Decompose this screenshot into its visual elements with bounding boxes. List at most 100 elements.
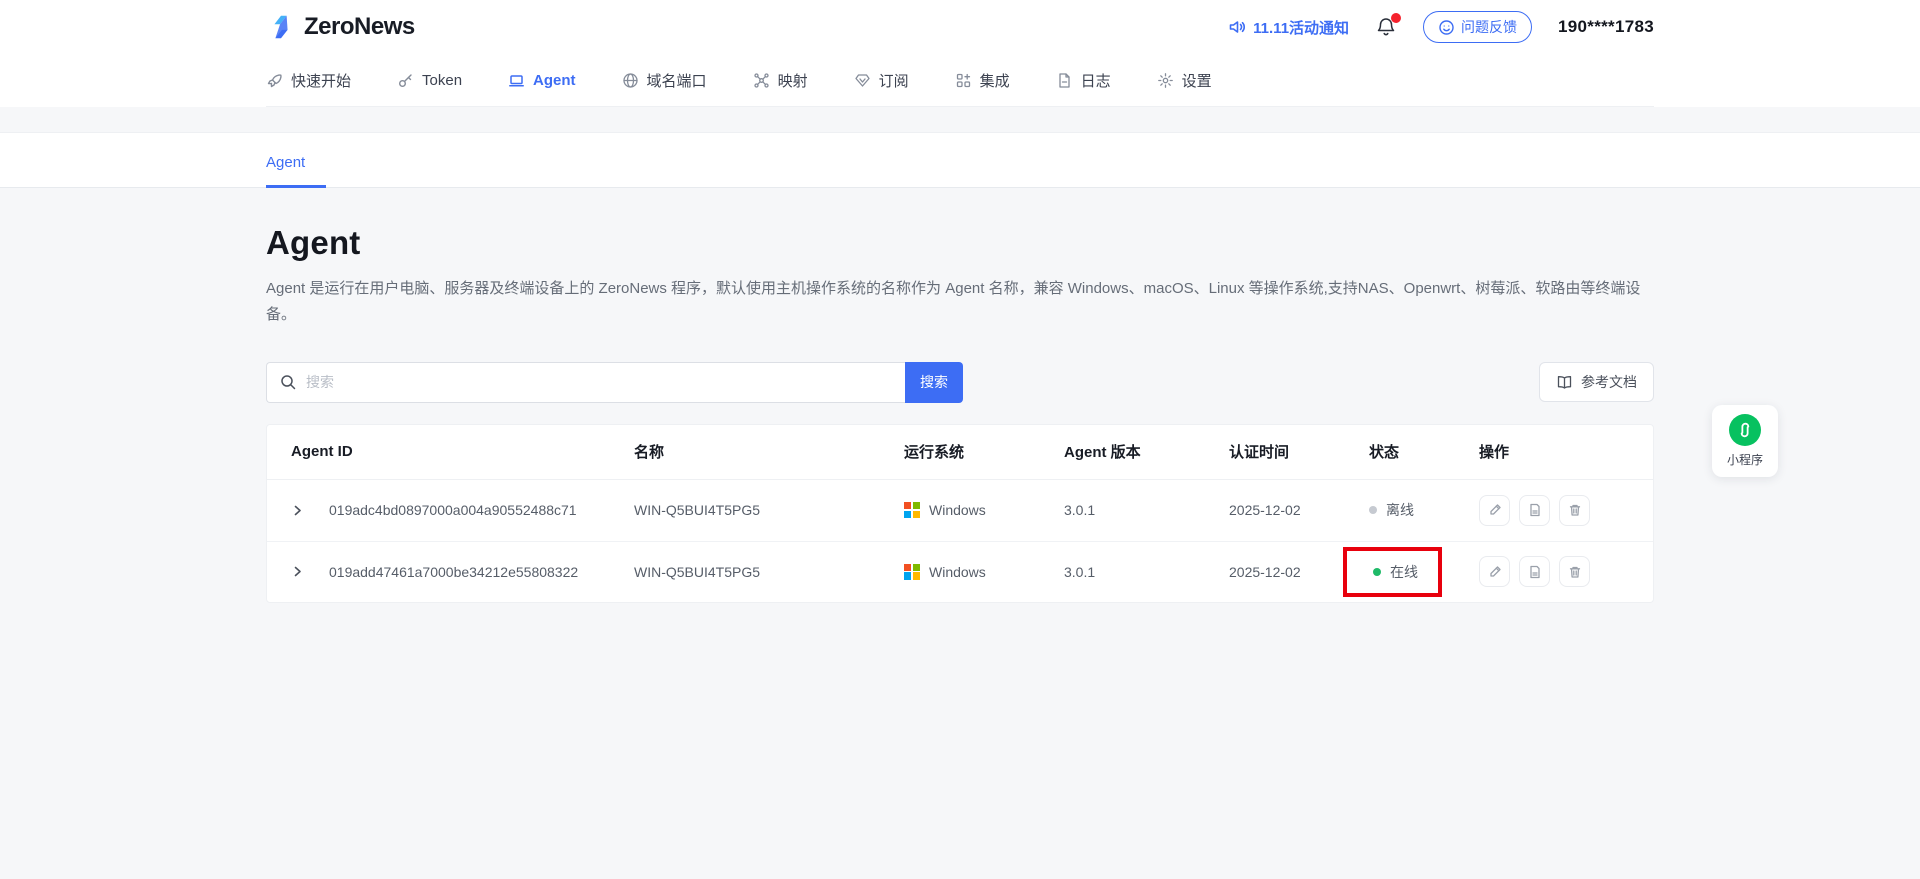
os-label: Windows	[929, 502, 986, 518]
agent-os: Windows	[904, 502, 1064, 518]
agent-os: Windows	[904, 564, 1064, 580]
nav-label: 设置	[1182, 70, 1212, 91]
col-auth-time: 认证时间	[1229, 441, 1369, 462]
page-description: Agent 是运行在用户电脑、服务器及终端设备上的 ZeroNews 程序，默认…	[266, 276, 1654, 329]
agent-version: 3.0.1	[1064, 502, 1229, 518]
account-phone[interactable]: 190****1783	[1558, 17, 1654, 37]
globe-icon	[622, 72, 639, 89]
edit-icon	[1488, 503, 1502, 517]
page-title: Agent	[266, 224, 1654, 262]
nav-label: 订阅	[879, 70, 909, 91]
bell-button[interactable]	[1375, 16, 1397, 38]
expand-chevron-right-icon[interactable]	[291, 565, 329, 578]
gear-icon	[1157, 72, 1174, 89]
search-icon	[279, 373, 297, 391]
nav-item-integration[interactable]: 集成	[955, 70, 1010, 91]
agent-version: 3.0.1	[1064, 564, 1229, 580]
miniprogram-widget[interactable]: 小程序	[1712, 405, 1778, 477]
book-icon	[1556, 374, 1573, 391]
header-gap	[0, 107, 1920, 132]
nav-item-subscribe[interactable]: 订阅	[854, 70, 909, 91]
feedback-button[interactable]: 问题反馈	[1423, 11, 1532, 43]
nav-label: 域名端口	[647, 70, 707, 91]
col-actions: 操作	[1479, 441, 1653, 462]
logo-text: ZeroNews	[304, 13, 415, 41]
key-icon	[397, 72, 414, 89]
row-actions	[1479, 556, 1653, 587]
miniprogram-icon	[1729, 414, 1761, 446]
nav-item-token[interactable]: Token	[397, 72, 462, 89]
details-button[interactable]	[1519, 556, 1550, 587]
nav-item-domain-port[interactable]: 域名端口	[622, 70, 707, 91]
agent-table: Agent ID 名称 运行系统 Agent 版本 认证时间 状态 操作 019…	[266, 424, 1654, 603]
search-button[interactable]: 搜索	[905, 362, 963, 403]
windows-icon	[904, 502, 920, 518]
delete-button[interactable]	[1559, 556, 1590, 587]
file-icon	[1056, 72, 1073, 89]
search-group: 搜索	[266, 362, 963, 403]
nav-item-agent[interactable]: Agent	[508, 72, 576, 89]
miniprogram-label: 小程序	[1727, 451, 1763, 468]
notification-text: 11.11活动通知	[1253, 17, 1349, 38]
table-row: 019adc4bd0897000a004a90552488c71 WIN-Q5B…	[267, 480, 1653, 541]
doc-icon	[1528, 503, 1542, 517]
nav-item-mapping[interactable]: 映射	[753, 70, 808, 91]
mapping-icon	[753, 72, 770, 89]
nav-label: Token	[422, 72, 462, 89]
expand-chevron-right-icon[interactable]	[291, 504, 329, 517]
page-content: Agent Agent 是运行在用户电脑、服务器及终端设备上的 ZeroNews…	[266, 224, 1654, 603]
status-dot	[1373, 568, 1381, 576]
delete-button[interactable]	[1559, 495, 1590, 526]
laptop-icon	[508, 72, 525, 89]
blocks-icon	[955, 72, 972, 89]
col-agent-id: Agent ID	[291, 443, 634, 460]
status-badge: 离线	[1343, 489, 1434, 531]
gem-icon	[854, 72, 871, 89]
table-row: 019add47461a7000be34212e55808322 WIN-Q5B…	[267, 541, 1653, 602]
top-header: ZeroNews 11.11活动通知	[0, 0, 1920, 107]
status-label: 在线	[1390, 562, 1418, 582]
subtab-bar: Agent	[0, 132, 1920, 188]
trash-icon	[1568, 503, 1582, 517]
col-name: 名称	[634, 441, 904, 462]
row-actions	[1479, 495, 1653, 526]
table-header-row: Agent ID 名称 运行系统 Agent 版本 认证时间 状态 操作	[267, 425, 1653, 480]
trash-icon	[1568, 565, 1582, 579]
nav-item-logs[interactable]: 日志	[1056, 70, 1111, 91]
agent-name: WIN-Q5BUI4T5PG5	[634, 564, 904, 580]
smiley-icon	[1438, 19, 1455, 36]
docs-label: 参考文档	[1581, 372, 1637, 392]
notification-dot	[1391, 13, 1401, 23]
col-status: 状态	[1369, 441, 1479, 462]
reference-docs-button[interactable]: 参考文档	[1539, 362, 1654, 402]
edit-icon	[1488, 565, 1502, 579]
nav-item-settings[interactable]: 设置	[1157, 70, 1212, 91]
agent-id: 019add47461a7000be34212e55808322	[329, 564, 634, 580]
windows-icon	[904, 564, 920, 580]
details-button[interactable]	[1519, 495, 1550, 526]
edit-button[interactable]	[1479, 556, 1510, 587]
nav-label: 集成	[980, 70, 1010, 91]
promo-notification-link[interactable]: 11.11活动通知	[1228, 17, 1349, 38]
speaker-icon	[1228, 18, 1246, 36]
zeronews-logo-icon	[266, 12, 296, 42]
edit-button[interactable]	[1479, 495, 1510, 526]
status-badge-highlighted: 在线	[1343, 547, 1442, 597]
agent-id: 019adc4bd0897000a004a90552488c71	[329, 502, 634, 518]
nav-item-quick-start[interactable]: 快速开始	[266, 70, 351, 91]
doc-icon	[1528, 565, 1542, 579]
rocket-icon	[266, 72, 283, 89]
nav-label: 映射	[778, 70, 808, 91]
main-nav: 快速开始 Token Agent 域名端口	[266, 54, 1654, 107]
status-label: 离线	[1386, 500, 1414, 520]
nav-label: 日志	[1081, 70, 1111, 91]
search-input[interactable]	[306, 374, 893, 390]
nav-label: Agent	[533, 72, 576, 89]
zeronews-logo[interactable]: ZeroNews	[266, 12, 415, 42]
status-dot	[1369, 506, 1377, 514]
nav-label: 快速开始	[291, 70, 351, 91]
agent-name: WIN-Q5BUI4T5PG5	[634, 502, 904, 518]
tab-agent[interactable]: Agent	[266, 154, 311, 187]
feedback-label: 问题反馈	[1461, 17, 1517, 37]
col-os: 运行系统	[904, 441, 1064, 462]
